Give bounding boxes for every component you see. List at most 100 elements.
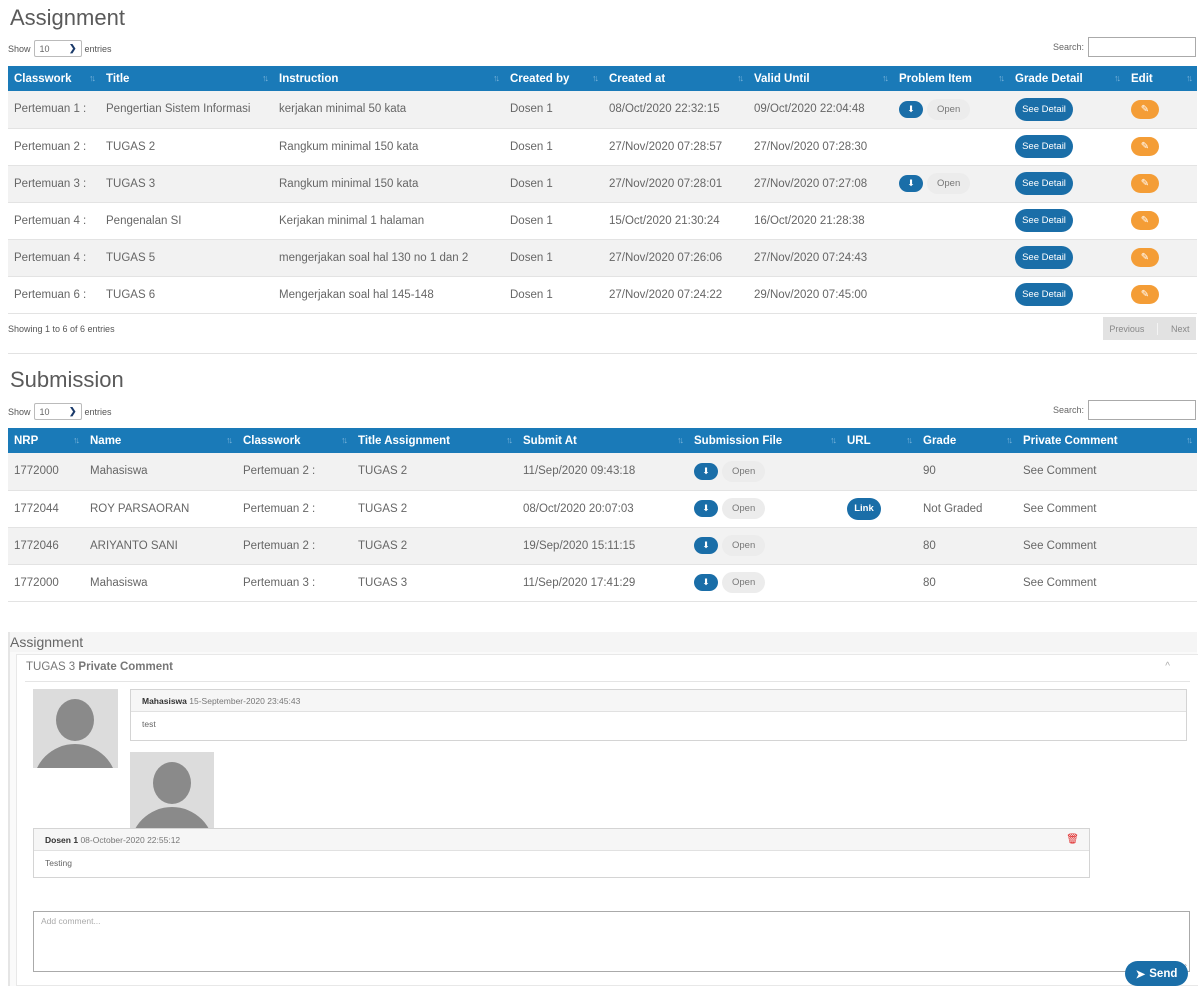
- edit-icon[interactable]: ✎: [1131, 174, 1159, 193]
- edit-icon[interactable]: ✎: [1131, 285, 1159, 304]
- assignment-header-row: Classwork ↑↓ Title ↑↓ Instruction ↑↓ Create…: [8, 66, 1197, 91]
- edit-cell: ✎: [1125, 239, 1197, 277]
- col-title[interactable]: Title ↑↓: [100, 66, 273, 91]
- assignment-heading: Assignment: [10, 5, 125, 30]
- table-row: Pertemuan 1 : Pengertian Sistem Informas…: [8, 91, 1197, 129]
- sort-icon: ↑↓: [262, 73, 269, 83]
- see-comment-link[interactable]: See Comment: [1017, 490, 1197, 528]
- submission-search: Search:: [1053, 400, 1196, 420]
- previous-button[interactable]: Previous: [1109, 324, 1144, 334]
- grade-detail-cell: See Detail: [1009, 128, 1125, 166]
- submission-search-input[interactable]: [1088, 400, 1196, 420]
- comment-panel-title: Assignment: [10, 632, 1197, 652]
- edit-cell: ✎: [1125, 165, 1197, 203]
- edit-icon[interactable]: ✎: [1131, 248, 1159, 267]
- table-row: 1772044 ROY PARSAORAN Pertemuan 2 : TUGA…: [8, 490, 1197, 528]
- problem-item-cell: [893, 202, 1009, 240]
- open-button[interactable]: Open: [722, 572, 766, 593]
- col-problem-item[interactable]: Problem Item ↑↓: [893, 66, 1009, 91]
- col-submission-file[interactable]: Submission File ↑↓: [688, 428, 841, 453]
- col-classwork[interactable]: Classwork ↑↓: [237, 428, 352, 453]
- entries-select[interactable]: 10 ❯: [33, 403, 82, 420]
- open-button[interactable]: Open: [722, 460, 766, 482]
- entries-select[interactable]: 10 ❯: [33, 40, 82, 57]
- assignment-pagination: Previous Next: [1103, 317, 1196, 340]
- download-icon[interactable]: ⬇: [899, 175, 923, 192]
- col-grade[interactable]: Grade ↑↓: [917, 428, 1017, 453]
- col-edit[interactable]: Edit ↑↓: [1125, 66, 1197, 91]
- comment-date: 08-October-2020 22:55:12: [80, 835, 181, 845]
- col-url[interactable]: URL ↑↓: [841, 428, 917, 453]
- col-submit-at[interactable]: Submit At ↑↓: [517, 428, 688, 453]
- table-row: Pertemuan 4 : TUGAS 5 mengerjakan soal h…: [8, 239, 1197, 277]
- comment-message: Dosen 1 08-October-2020 22:55:12 🗑 Testin…: [33, 828, 1090, 878]
- col-created-by[interactable]: Created by ↑↓: [504, 66, 603, 91]
- send-button[interactable]: ➤ Send: [1125, 961, 1188, 986]
- sort-icon: ↑↓: [592, 73, 599, 83]
- col-title-assignment[interactable]: Title Assignment ↑↓: [352, 428, 517, 453]
- assignment-search-input[interactable]: [1088, 37, 1196, 57]
- sort-icon: ↑↓: [1186, 73, 1193, 83]
- chevron-down-icon: ❯: [68, 406, 77, 416]
- chevron-up-icon[interactable]: ^: [1165, 661, 1170, 672]
- table-row: 1772046 ARIYANTO SANI Pertemuan 2 : TUGA…: [8, 527, 1197, 565]
- add-comment-input[interactable]: Add comment...⇿: [33, 911, 1190, 972]
- col-instruction[interactable]: Instruction ↑↓: [273, 66, 504, 91]
- grade-detail-cell: See Detail: [1009, 91, 1125, 129]
- col-created-at[interactable]: Created at ↑↓: [603, 66, 748, 91]
- see-detail-button[interactable]: See Detail: [1015, 246, 1073, 269]
- see-comment-link[interactable]: See Comment: [1017, 527, 1197, 565]
- col-name[interactable]: Name ↑↓: [84, 428, 237, 453]
- sort-icon: ↑↓: [677, 435, 684, 445]
- edit-icon[interactable]: ✎: [1131, 137, 1159, 156]
- edit-icon[interactable]: ✎: [1131, 211, 1159, 230]
- submission-file-cell: ⬇ Open: [688, 490, 841, 528]
- private-comment-title: TUGAS 3 Private Comment: [26, 661, 174, 673]
- submission-file-cell: ⬇ Open: [688, 453, 841, 491]
- download-icon[interactable]: ⬇: [694, 574, 718, 591]
- sort-icon: ↑↓: [89, 73, 96, 83]
- col-classwork[interactable]: Classwork ↑↓: [8, 66, 100, 91]
- download-icon[interactable]: ⬇: [694, 537, 718, 554]
- see-detail-button[interactable]: See Detail: [1015, 209, 1073, 232]
- trash-icon[interactable]: 🗑: [1066, 829, 1079, 851]
- see-detail-button[interactable]: See Detail: [1015, 172, 1073, 195]
- sort-icon: ↑↓: [998, 73, 1005, 83]
- table-row: 1772000 Mahasiswa Pertemuan 2 : TUGAS 2 …: [8, 453, 1197, 491]
- col-valid-until[interactable]: Valid Until ↑↓: [748, 66, 893, 91]
- download-icon[interactable]: ⬇: [899, 100, 923, 118]
- submission-file-cell: ⬇ Open: [688, 527, 841, 565]
- open-button[interactable]: Open: [722, 535, 766, 556]
- next-button[interactable]: Next: [1171, 324, 1190, 334]
- table-row: Pertemuan 6 : TUGAS 6 Mengerjakan soal h…: [8, 276, 1197, 314]
- col-grade-detail[interactable]: Grade Detail ↑↓: [1009, 66, 1125, 91]
- assignment-table: Classwork ↑↓ Title ↑↓ Instruction ↑↓ Create…: [8, 66, 1197, 314]
- open-button[interactable]: Open: [927, 173, 971, 194]
- open-button[interactable]: Open: [722, 498, 766, 519]
- submission-file-cell: ⬇ Open: [688, 564, 841, 602]
- see-detail-button[interactable]: See Detail: [1015, 135, 1073, 158]
- sort-icon: ↑↓: [73, 435, 80, 445]
- see-detail-button[interactable]: See Detail: [1015, 97, 1073, 121]
- see-comment-link[interactable]: See Comment: [1017, 453, 1197, 491]
- problem-item-cell: ⬇ Open: [893, 91, 1009, 129]
- sort-icon: ↑↓: [506, 435, 513, 445]
- edit-icon[interactable]: ✎: [1131, 99, 1159, 119]
- download-icon[interactable]: ⬇: [694, 500, 718, 517]
- sort-icon: ↑↓: [341, 435, 348, 445]
- entries-length-control: Show 10 ❯ entries: [8, 40, 112, 57]
- download-icon[interactable]: ⬇: [694, 462, 718, 480]
- edit-cell: ✎: [1125, 276, 1197, 314]
- see-detail-button[interactable]: See Detail: [1015, 283, 1073, 306]
- col-nrp[interactable]: NRP ↑↓: [8, 428, 84, 453]
- chevron-down-icon: ❯: [68, 43, 77, 53]
- open-button[interactable]: Open: [927, 98, 971, 120]
- col-private-comment[interactable]: Private Comment ↑↓: [1017, 428, 1197, 453]
- problem-item-cell: [893, 128, 1009, 166]
- problem-item-cell: ⬇ Open: [893, 165, 1009, 203]
- link-button[interactable]: Link: [847, 497, 881, 520]
- see-comment-link[interactable]: See Comment: [1017, 564, 1197, 602]
- sort-icon: ↑↓: [1114, 73, 1121, 83]
- edit-cell: ✎: [1125, 91, 1197, 129]
- comment-text: Testing: [45, 858, 72, 868]
